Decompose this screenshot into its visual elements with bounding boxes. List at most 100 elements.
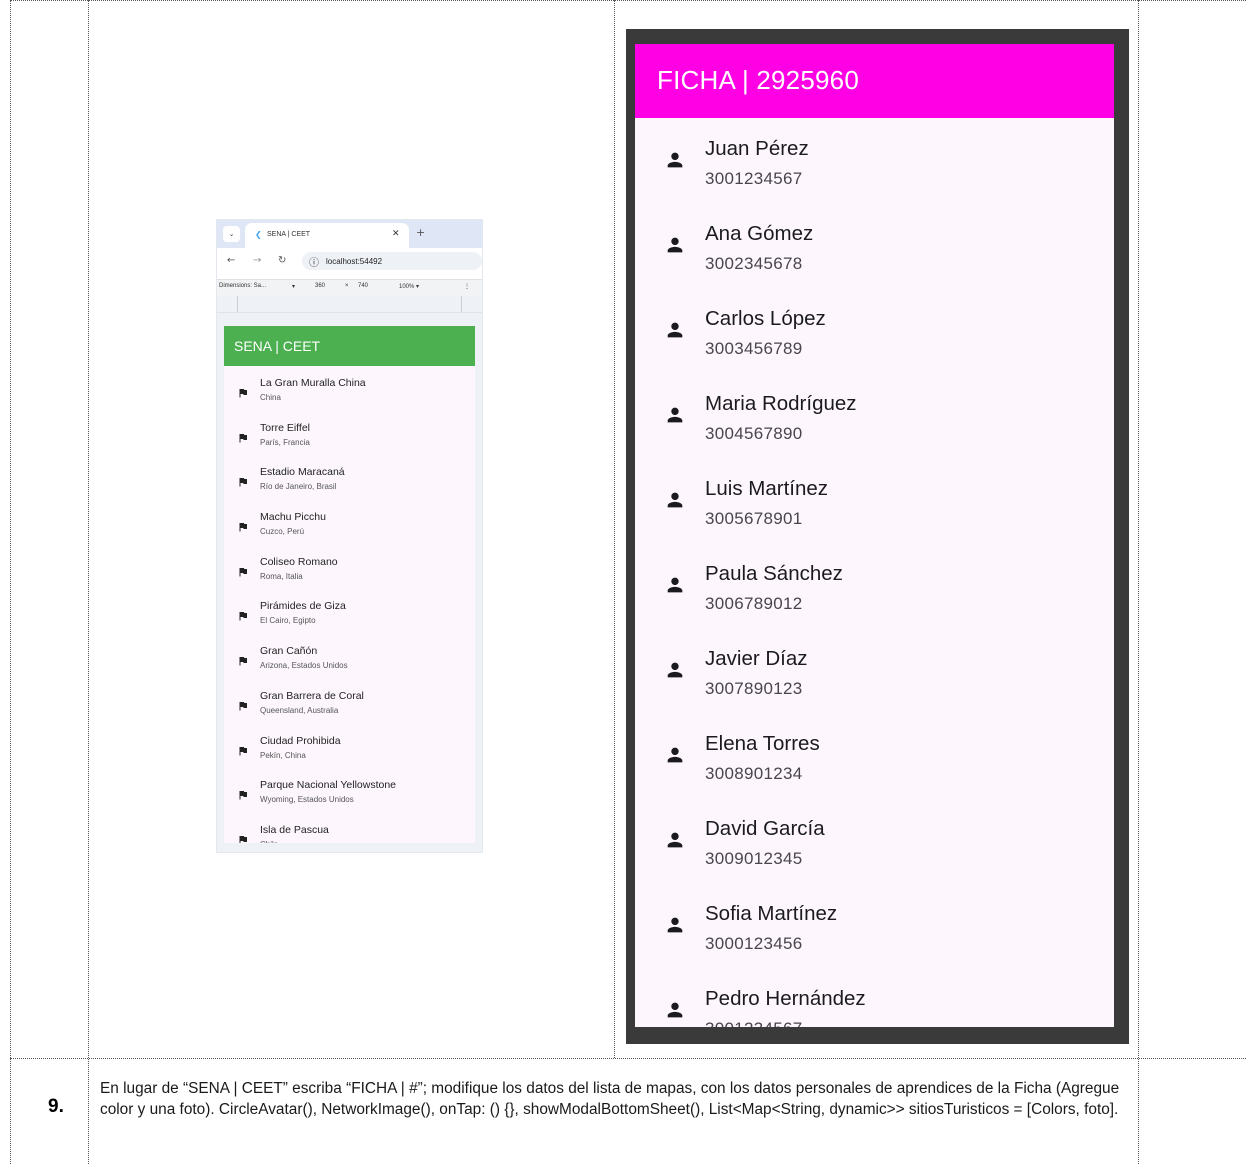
apprentice-phone: 3001234567: [705, 169, 803, 188]
list-item[interactable]: Coliseo Romano Roma, Italia: [224, 553, 475, 598]
place-name: Torre Eiffel: [260, 421, 310, 434]
tab-title: SENA | CEET: [267, 231, 311, 238]
person-icon: [664, 149, 686, 171]
list-item[interactable]: Pirámides de Giza El Cairo, Egipto: [224, 597, 475, 642]
person-icon: [664, 574, 686, 596]
person-icon: [664, 319, 686, 341]
list-item[interactable]: Paula Sánchez 3006789012: [635, 543, 1114, 628]
app-bar: FICHA | 2925960: [635, 44, 1114, 118]
back-icon[interactable]: ←: [227, 255, 235, 266]
person-icon: [664, 489, 686, 511]
list-item[interactable]: Isla de Pascua Chile: [224, 821, 475, 843]
list-item[interactable]: Luis Martínez 3005678901: [635, 458, 1114, 543]
place-name: Coliseo Romano: [260, 555, 338, 568]
list-item[interactable]: Carlos López 3003456789: [635, 288, 1114, 373]
apprentice-name: Juan Pérez: [705, 137, 809, 160]
list-item[interactable]: David García 3009012345: [635, 798, 1114, 883]
place-location: Queensland, Australia: [260, 705, 339, 715]
flag-icon: [237, 833, 249, 843]
list-item[interactable]: Ciudad Prohibida Pekín, China: [224, 732, 475, 777]
flag-icon: [237, 609, 249, 621]
browser-viewport: SENA | CEET La Gran Muralla China China To…: [217, 313, 482, 852]
device-height[interactable]: 740: [358, 283, 368, 289]
dimensions-dropdown-icon[interactable]: ▾: [292, 283, 295, 290]
flag-icon: [237, 744, 249, 756]
table-border-left: [10, 0, 11, 1164]
apprentice-name: Elena Torres: [705, 732, 820, 755]
app-title: FICHA | 2925960: [657, 65, 859, 95]
list-item[interactable]: Ana Gómez 3002345678: [635, 203, 1114, 288]
place-location: Pekín, China: [260, 750, 306, 760]
app-bar: SENA | CEET: [224, 326, 475, 366]
apprentice-list: Juan Pérez 3001234567 Ana Gómez 3002345678 C…: [635, 118, 1114, 1027]
place-location: China: [260, 393, 281, 402]
app-title: SENA | CEET: [234, 338, 321, 354]
list-item[interactable]: Pedro Hernández 3001234567: [635, 968, 1114, 1027]
ruler-left: [217, 296, 238, 312]
place-name: Isla de Pascua: [260, 823, 329, 836]
list-item[interactable]: Javier Díaz 3007890123: [635, 628, 1114, 713]
person-icon: [664, 829, 686, 851]
list-item[interactable]: La Gran Muralla China China: [224, 374, 475, 419]
address-bar[interactable]: ⓘ localhost:54492: [302, 252, 482, 270]
list-item[interactable]: Sofia Martínez 3000123456: [635, 883, 1114, 968]
forward-icon[interactable]: →: [253, 255, 261, 266]
place-name: Machu Picchu: [260, 511, 326, 524]
devtools-ruler: [217, 296, 482, 313]
list-item[interactable]: Machu Picchu Cuzco, Perú: [224, 508, 475, 553]
flag-icon: [237, 699, 249, 711]
flag-icon: [237, 565, 249, 577]
person-icon: [664, 659, 686, 681]
list-item[interactable]: Parque Nacional Yellowstone Wyoming, Esta…: [224, 776, 475, 821]
place-name: Gran Cañón: [260, 645, 318, 658]
ficha-app: FICHA | 2925960 Juan Pérez 3001234567 Ana …: [635, 44, 1114, 1027]
list-item[interactable]: Torre Eiffel París, Francia: [224, 419, 475, 464]
browser-tab-bar: ⌄ ❮ SENA | CEET ✕ +: [217, 220, 482, 248]
place-location: El Cairo, Egipto: [260, 616, 316, 626]
list-item[interactable]: Gran Barrera de Coral Queensland, Austral…: [224, 687, 475, 732]
sena-app: SENA | CEET La Gran Muralla China China To…: [224, 326, 475, 843]
flag-icon: [237, 386, 249, 398]
browser-toolbar: ← → ↻ ⓘ localhost:54492: [217, 248, 482, 274]
list-item[interactable]: Elena Torres 3008901234: [635, 713, 1114, 798]
place-location: Chile: [260, 840, 278, 843]
apprentice-name: Maria Rodríguez: [705, 392, 857, 415]
tab-search-icon[interactable]: ⌄: [223, 226, 240, 242]
table-border-row: [10, 1058, 1246, 1059]
apprentice-name: Paula Sánchez: [705, 562, 843, 585]
reload-icon[interactable]: ↻: [278, 255, 286, 266]
apprentice-phone: 3007890123: [705, 679, 803, 698]
flag-icon: [237, 475, 249, 487]
apprentice-name: Luis Martínez: [705, 477, 829, 500]
new-tab-icon[interactable]: +: [416, 226, 425, 239]
site-info-icon[interactable]: ⓘ: [309, 254, 319, 269]
close-icon[interactable]: ✕: [392, 229, 400, 239]
list-item[interactable]: Gran Cañón Arizona, Estados Unidos: [224, 642, 475, 687]
url-text: localhost:54492: [326, 257, 383, 266]
place-name: Ciudad Prohibida: [260, 734, 341, 747]
place-location: París, Francia: [260, 437, 310, 447]
place-location: Wyoming, Estados Unidos: [260, 795, 354, 805]
apprentice-name: Carlos López: [705, 307, 826, 330]
dimensions-select[interactable]: Dimensions: Sa...: [219, 283, 266, 289]
place-location: Arizona, Estados Unidos: [260, 661, 348, 671]
browser-tab[interactable]: ❮ SENA | CEET ✕: [245, 223, 409, 248]
place-location: Cuzco, Perú: [260, 527, 305, 537]
flag-icon: [237, 788, 249, 800]
table-border-col2: [614, 0, 615, 1058]
apprentice-name: Sofia Martínez: [705, 902, 838, 925]
places-list: La Gran Muralla China China Torre Eiffel Pa…: [224, 374, 475, 843]
apprentice-phone: 3008901234: [705, 764, 803, 783]
place-name: La Gran Muralla China: [260, 377, 366, 389]
more-options-icon[interactable]: ⋮: [464, 283, 470, 290]
devtools-device-bar: Dimensions: Sa... ▾ 360 × 740 100% ▾ ⋮: [217, 279, 482, 297]
list-item[interactable]: Maria Rodríguez 3004567890: [635, 373, 1114, 458]
list-item[interactable]: Estadio Maracaná Río de Janeiro, Brasil: [224, 463, 475, 508]
device-width[interactable]: 360: [315, 283, 325, 289]
zoom-select[interactable]: 100% ▾: [399, 283, 419, 290]
table-border-top: [10, 0, 1246, 1]
apprentice-name: Pedro Hernández: [705, 987, 866, 1010]
list-item[interactable]: Juan Pérez 3001234567: [635, 118, 1114, 203]
place-name: Estadio Maracaná: [260, 466, 345, 479]
table-border-col1: [88, 0, 89, 1164]
